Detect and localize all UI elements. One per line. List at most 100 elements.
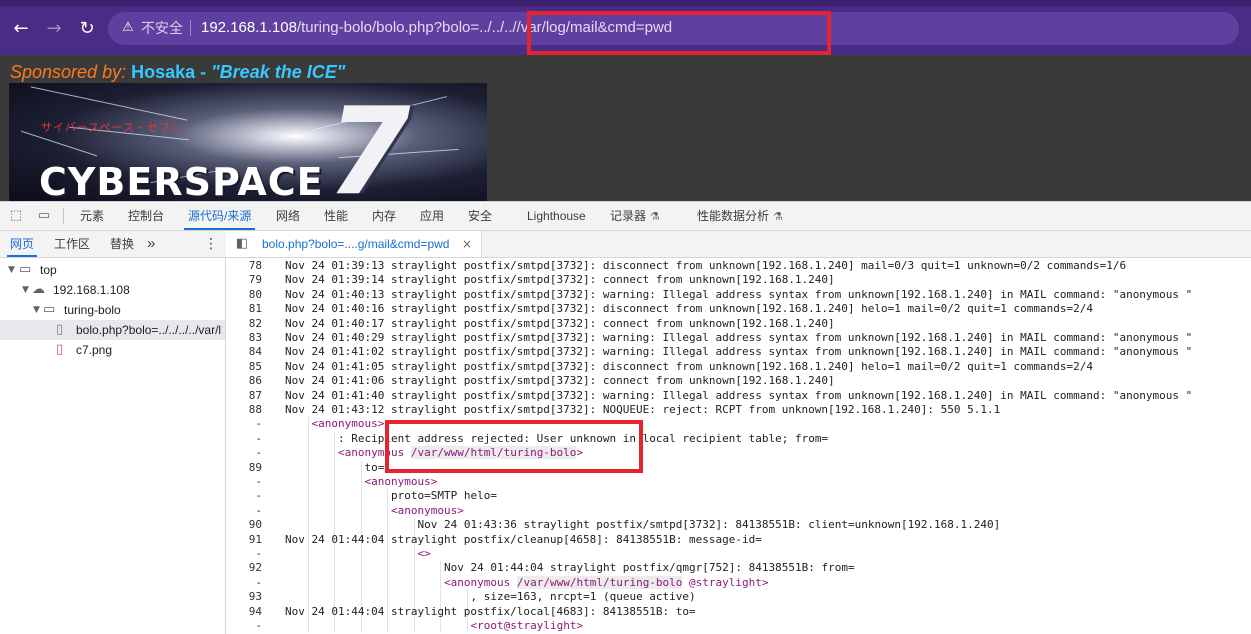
line-text: Nov 24 01:39:14 straylight postfix/smtpd… xyxy=(285,273,835,287)
code-line[interactable]: 94 Nov 24 01:44:04 straylight postfix/loc… xyxy=(226,605,1251,619)
line-number[interactable]: - xyxy=(226,446,262,460)
line-number[interactable]: 94 xyxy=(226,605,262,619)
code-line[interactable]: 85 Nov 24 01:41:05 straylight postfix/smt… xyxy=(226,360,1251,374)
security-status[interactable]: 不安全 xyxy=(141,20,183,36)
tab-console[interactable]: 控制台 xyxy=(128,202,164,230)
expand-triangle-icon[interactable]: ▼ xyxy=(22,280,29,300)
open-file-name[interactable]: bolo.php?bolo=....g/mail&cmd=pwd xyxy=(262,231,449,257)
log-text: Nov 24 01:43:12 straylight postfix/smtpd… xyxy=(285,403,1001,416)
annotation-box-url xyxy=(527,11,831,55)
line-number[interactable]: 89 xyxy=(226,461,262,475)
tree-node-bolo-file[interactable]: ▯ bolo.php?bolo=../../../../var/l xyxy=(0,320,225,340)
code-line[interactable]: 90 Nov 24 01:43:36 straylight postfix/smt… xyxy=(226,518,1251,532)
tree-node-folder[interactable]: ▼ ▭ turing-bolo xyxy=(0,300,225,320)
code-line[interactable]: 91 Nov 24 01:44:04 straylight postfix/cle… xyxy=(226,533,1251,547)
line-number[interactable]: - xyxy=(226,504,262,518)
line-number[interactable]: - xyxy=(226,547,262,561)
code-line[interactable]: - <> xyxy=(226,547,1251,561)
code-line[interactable]: 83 Nov 24 01:40:29 straylight postfix/smt… xyxy=(226,331,1251,345)
line-number[interactable]: 93 xyxy=(226,590,262,604)
source-code-view[interactable]: 78 Nov 24 01:39:13 straylight postfix/smt… xyxy=(226,258,1251,634)
tab-sources[interactable]: 源代码/来源 xyxy=(183,202,256,230)
line-number[interactable]: 87 xyxy=(226,389,262,403)
line-text: Nov 24 01:44:04 straylight postfix/clean… xyxy=(285,533,762,547)
line-number[interactable]: 79 xyxy=(226,273,262,287)
line-number[interactable]: 83 xyxy=(226,331,262,345)
code-line[interactable]: 89 to= xyxy=(226,461,1251,475)
line-number[interactable]: 86 xyxy=(226,374,262,388)
line-number[interactable]: 81 xyxy=(226,302,262,316)
forward-button[interactable]: → xyxy=(43,18,65,40)
tab-performance-insights[interactable]: 性能数据分析 ⚗ xyxy=(697,202,783,230)
code-line[interactable]: 78 Nov 24 01:39:13 straylight postfix/smt… xyxy=(226,259,1251,273)
close-tab-icon[interactable]: × xyxy=(462,231,472,257)
code-line[interactable]: -: Recipient address rejected: User unkn… xyxy=(226,432,1251,446)
line-number[interactable]: - xyxy=(226,489,262,503)
code-line[interactable]: - <anonymous> xyxy=(226,475,1251,489)
open-file-tab[interactable]: ◧ bolo.php?bolo=....g/mail&cmd=pwd × xyxy=(226,231,482,257)
line-number[interactable]: - xyxy=(226,576,262,590)
log-text: Nov 24 01:44:04 straylight postfix/clean… xyxy=(285,532,762,546)
line-number[interactable]: 82 xyxy=(226,317,262,331)
line-number[interactable]: 78 xyxy=(226,259,262,273)
log-text: to= xyxy=(364,460,385,474)
back-button[interactable]: ← xyxy=(10,18,32,40)
tab-recorder[interactable]: 记录器 ⚗ xyxy=(610,202,660,230)
code-line[interactable]: 93 , size=163, nrcpt=1 (queue active) xyxy=(226,590,1251,604)
code-line[interactable]: 84 Nov 24 01:41:02 straylight postfix/smt… xyxy=(226,345,1251,359)
toggle-navigator-icon[interactable]: ◧ xyxy=(234,236,250,252)
warning-triangle-icon[interactable]: ⚠ xyxy=(120,20,136,36)
toolbar-divider xyxy=(63,208,64,224)
expand-triangle-icon[interactable]: ▼ xyxy=(8,260,15,280)
line-number[interactable]: 88 xyxy=(226,403,262,417)
code-line[interactable]: 81 Nov 24 01:40:16 straylight postfix/smt… xyxy=(226,302,1251,316)
sub-tab-overrides[interactable]: 替换 xyxy=(110,231,134,257)
log-text: Nov 24 01:41:02 straylight postfix/smtpd… xyxy=(285,345,1193,359)
code-line[interactable]: 79 Nov 24 01:39:14 straylight postfix/smt… xyxy=(226,273,1251,287)
device-toolbar-icon[interactable]: ▭ xyxy=(36,208,52,224)
line-number[interactable]: - xyxy=(226,619,262,633)
line-number[interactable]: 90 xyxy=(226,518,262,532)
code-line[interactable]: - <anonymous /var/www/html/turing-bolo @s… xyxy=(226,575,1251,590)
line-number[interactable]: 91 xyxy=(226,533,262,547)
tab-performance[interactable]: 性能 xyxy=(324,202,348,230)
html-tag: <> xyxy=(417,547,431,560)
line-number[interactable]: 85 xyxy=(226,360,262,374)
code-line[interactable]: - <anonymous> xyxy=(226,504,1251,518)
code-line[interactable]: - <anonymous /var/www/html/turing-bolo> xyxy=(226,446,1251,460)
tree-node-host[interactable]: ▼ ☁ 192.168.1.108 xyxy=(0,280,225,300)
code-line[interactable]: 88 Nov 24 01:43:12 straylight postfix/smt… xyxy=(226,403,1251,417)
reload-button[interactable]: ↻ xyxy=(76,18,98,40)
expand-triangle-icon[interactable]: ▼ xyxy=(33,300,40,320)
line-number[interactable]: 80 xyxy=(226,288,262,302)
sub-tab-page[interactable]: 网页 xyxy=(6,231,38,257)
code-line[interactable]: 80 Nov 24 01:40:13 straylight postfix/smt… xyxy=(226,288,1251,302)
tree-label: turing-bolo xyxy=(64,303,121,317)
code-line[interactable]: 86 Nov 24 01:41:06 straylight postfix/smt… xyxy=(226,374,1251,388)
line-number[interactable]: 84 xyxy=(226,345,262,359)
tab-application[interactable]: 应用 xyxy=(420,202,444,230)
code-line[interactable]: - <anonymous> xyxy=(226,417,1251,431)
more-tabs-chevron-icon[interactable]: » xyxy=(147,231,155,257)
tab-memory[interactable]: 内存 xyxy=(372,202,396,230)
log-text: Nov 24 01:44:04 straylight postfix/qmgr[… xyxy=(444,561,855,575)
line-number[interactable]: - xyxy=(226,417,262,431)
line-text: Nov 24 01:41:05 straylight postfix/smtpd… xyxy=(285,360,1093,374)
code-line[interactable]: 87 Nov 24 01:41:40 straylight postfix/smt… xyxy=(226,389,1251,403)
line-number[interactable]: - xyxy=(226,475,262,489)
code-line[interactable]: 92 Nov 24 01:44:04 straylight postfix/qmg… xyxy=(226,561,1251,575)
code-line[interactable]: - proto=SMTP helo= xyxy=(226,489,1251,503)
code-line[interactable]: 82 Nov 24 01:40:17 straylight postfix/smt… xyxy=(226,317,1251,331)
sub-tab-workspace[interactable]: 工作区 xyxy=(54,231,90,257)
more-options-kebab-icon[interactable]: ⋮ xyxy=(204,231,218,257)
tree-node-top[interactable]: ▼ ▭ top xyxy=(0,260,225,280)
tab-network[interactable]: 网络 xyxy=(276,202,300,230)
inspect-element-icon[interactable]: ⬚ xyxy=(8,208,24,224)
code-line[interactable]: - <root@straylight> xyxy=(226,619,1251,633)
line-number[interactable]: 92 xyxy=(226,561,262,575)
tree-node-image[interactable]: ▯ c7.png xyxy=(0,340,225,360)
tab-elements[interactable]: 元素 xyxy=(80,202,104,230)
tab-lighthouse[interactable]: Lighthouse xyxy=(527,202,586,230)
line-number[interactable]: - xyxy=(226,432,262,446)
tab-security[interactable]: 安全 xyxy=(468,202,492,230)
